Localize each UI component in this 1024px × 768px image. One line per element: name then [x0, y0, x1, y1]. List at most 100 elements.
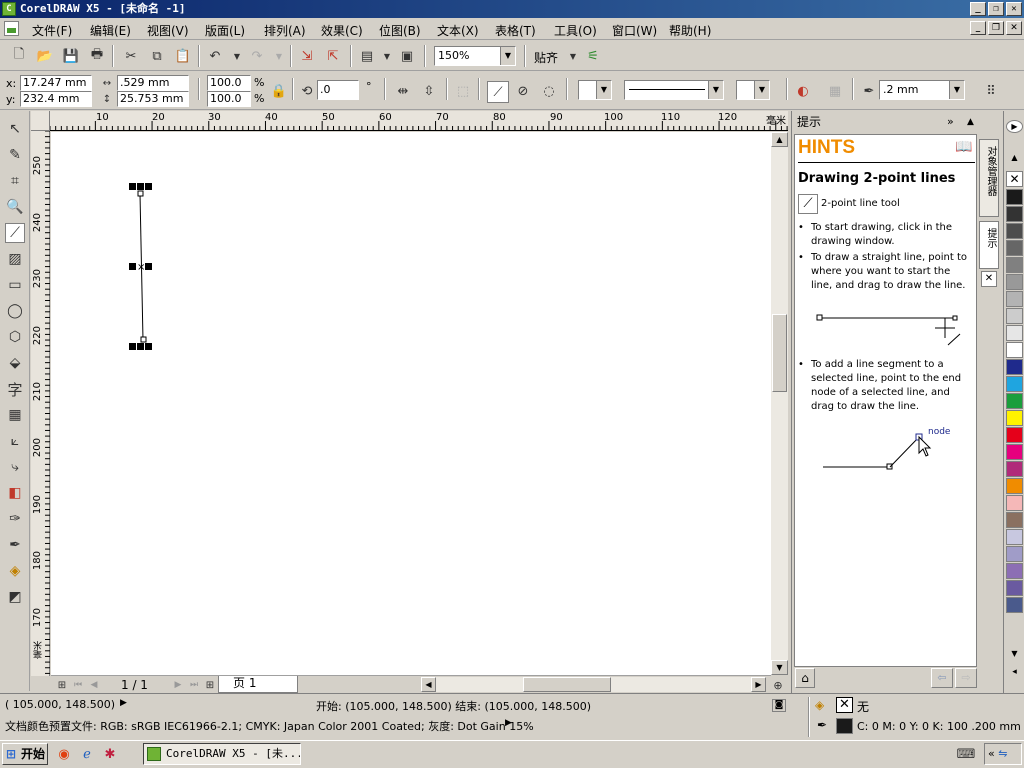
dimension-tool-icon[interactable]: ⟀ [5, 431, 25, 451]
vertical-scroll-thumb[interactable] [772, 314, 787, 392]
snapshot-icon[interactable]: ◙ [772, 699, 786, 712]
tab-hints[interactable]: 提示 [979, 221, 999, 269]
scroll-left-arrow-icon[interactable]: ◀ [421, 677, 436, 692]
menu-edit[interactable]: 编辑(E) [90, 22, 131, 39]
color-swatch[interactable] [1006, 240, 1023, 256]
taskbar-item-coreldraw[interactable]: CorelDRAW X5 - [未... [143, 743, 301, 765]
menu-window[interactable]: 窗口(W) [612, 22, 657, 39]
start-button[interactable]: ⊞ 开始 [2, 743, 48, 765]
home-icon[interactable]: ⌂ [795, 668, 815, 688]
table-tool-icon[interactable]: ▦ [5, 405, 25, 425]
color-swatch[interactable] [1006, 444, 1023, 460]
fill-tool-icon[interactable]: ◈ [5, 561, 25, 581]
menu-layout[interactable]: 版面(L) [205, 22, 245, 39]
import-icon[interactable]: ⇲ [298, 47, 316, 65]
page-tab[interactable]: 页 1 [218, 676, 298, 693]
color-swatch[interactable] [1006, 206, 1023, 222]
scroll-right-arrow-icon[interactable]: ▶ [751, 677, 766, 692]
previous-page-icon[interactable]: ◀ [85, 676, 103, 694]
color-swatch[interactable] [1006, 359, 1023, 375]
undo-dropdown-icon[interactable]: ▼ [228, 47, 246, 65]
scale-y-field[interactable]: 100.0 [207, 91, 251, 107]
connector-tool-icon[interactable]: ⤷ [5, 457, 25, 477]
status-expand-icon[interactable]: ▶ [120, 698, 127, 708]
chrome-icon[interactable]: ◉ [55, 745, 73, 763]
restore-button[interactable]: ❐ [988, 2, 1004, 16]
mirror-horizontal-icon[interactable]: ⇹ [394, 82, 412, 100]
x-position-field[interactable]: 17.247 mm [20, 75, 92, 91]
color-swatch[interactable] [1006, 580, 1023, 596]
perpendicular-line-icon[interactable]: ⊘ [514, 82, 532, 100]
tray-expand-icon[interactable]: « [988, 747, 995, 760]
selection-handle[interactable] [129, 183, 136, 190]
color-swatch[interactable] [1006, 546, 1023, 562]
color-swatch[interactable] [1006, 478, 1023, 494]
tab-object-manager[interactable]: 对象管理器 [979, 139, 999, 217]
scroll-up-arrow-icon[interactable]: ▲ [771, 132, 788, 147]
selected-line[interactable]: × [51, 132, 771, 675]
menu-tools[interactable]: 工具(O) [554, 22, 597, 39]
blend-tool-icon[interactable]: ◧ [5, 483, 25, 503]
color-swatch[interactable] [1006, 342, 1023, 358]
width-field[interactable]: .529 mm [117, 75, 189, 91]
color-swatch[interactable] [1006, 325, 1023, 341]
drawing-window[interactable]: × [51, 132, 771, 675]
selection-handle[interactable] [145, 263, 152, 270]
options-icon[interactable]: ⚟ [584, 47, 602, 65]
close-tab-icon[interactable]: ✕ [981, 271, 997, 287]
line-style-select[interactable]: ▼ [624, 80, 724, 100]
snap-to-button[interactable]: 贴齐 [534, 49, 558, 66]
application-launcher-icon[interactable]: ▤ [358, 47, 376, 65]
snap-dropdown-icon[interactable]: ▼ [564, 47, 582, 65]
smart-fill-tool-icon[interactable]: ▨ [5, 249, 25, 269]
scroll-down-arrow-icon[interactable]: ▼ [771, 660, 788, 675]
paragraph-wrap-icon[interactable]: ▦ [826, 82, 844, 100]
color-swatch[interactable] [1006, 291, 1023, 307]
color-swatch[interactable] [1006, 461, 1023, 477]
color-swatch[interactable] [1006, 512, 1023, 528]
selection-handle[interactable] [137, 183, 144, 190]
menu-arrange[interactable]: 排列(A) [264, 22, 306, 39]
menu-effects[interactable]: 效果(C) [321, 22, 363, 39]
pick-tool-icon[interactable]: ↖ [5, 119, 25, 139]
palette-scroll-up-icon[interactable]: ▶ [1006, 120, 1023, 133]
end-arrowhead-select[interactable]: ▼ [736, 80, 770, 100]
two-point-line-tool-icon[interactable]: ⟋ [5, 223, 25, 243]
color-swatch[interactable] [1006, 597, 1023, 613]
menu-table[interactable]: 表格(T) [495, 22, 536, 39]
text-tool-icon[interactable]: 字 [5, 379, 25, 399]
rotation-field[interactable]: .0 [317, 80, 359, 100]
redo-icon[interactable]: ↷ [248, 47, 266, 65]
color-swatch[interactable] [1006, 495, 1023, 511]
menu-text[interactable]: 文本(X) [437, 22, 479, 39]
color-swatch[interactable] [1006, 308, 1023, 324]
app-quicklaunch-icon[interactable]: ✱ [101, 745, 119, 763]
tangent-line-icon[interactable]: ◌ [540, 82, 558, 100]
collapse-docker-icon[interactable]: ▲ [967, 111, 974, 133]
basic-shapes-tool-icon[interactable]: ⬙ [5, 353, 25, 373]
eyedropper-tool-icon[interactable]: ✑ [5, 509, 25, 529]
text-wrap-icon[interactable]: ◐ [794, 82, 812, 100]
open-folder-icon[interactable]: 📂 [36, 47, 54, 65]
navigator-zoom-icon[interactable]: ⊕ [769, 676, 787, 694]
lock-ratio-icon[interactable]: 🔒 [270, 82, 288, 100]
launcher-dropdown-icon[interactable]: ▼ [378, 47, 396, 65]
outline-width-select[interactable]: .2 mm ▼ [879, 80, 965, 100]
keyboard-icon[interactable]: ⌨ [957, 745, 976, 763]
book-icon[interactable]: 📖 [955, 139, 972, 155]
menu-file[interactable]: 文件(F) [32, 22, 72, 39]
no-fill-swatch[interactable]: ✕ [836, 697, 853, 713]
copy-icon[interactable]: ⧉ [148, 47, 166, 65]
menu-bitmaps[interactable]: 位图(B) [379, 22, 421, 39]
color-swatch[interactable] [1006, 427, 1023, 443]
polygon-tool-icon[interactable]: ⬡ [5, 327, 25, 347]
print-icon[interactable]: 🖶 [88, 47, 106, 65]
network-icon[interactable]: ⇋ [998, 747, 1007, 760]
no-color-swatch[interactable]: ✕ [1006, 171, 1023, 187]
insert-page-after-icon[interactable]: ⊞ [201, 676, 219, 694]
interactive-fill-tool-icon[interactable]: ◩ [5, 587, 25, 607]
horizontal-scroll-thumb[interactable] [523, 677, 611, 692]
close-button[interactable]: ✕ [1006, 2, 1022, 16]
line-mode-icon[interactable]: ⟋ [487, 81, 509, 103]
forward-arrow-icon[interactable]: ⇨ [955, 668, 977, 688]
